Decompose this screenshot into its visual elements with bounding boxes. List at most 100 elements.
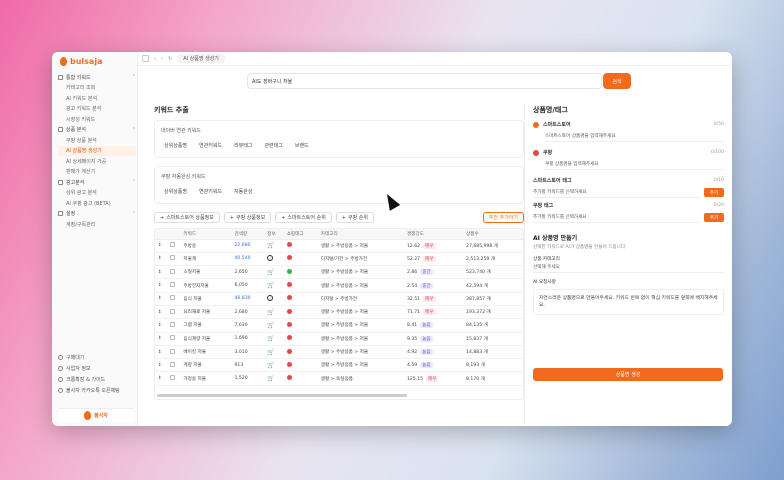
brand-logo[interactable]: bulsaja [60,57,102,66]
toolbar-button[interactable]: + 스마트스토어 순위 [275,212,332,223]
checkbox-cell[interactable] [166,318,181,333]
info-cell[interactable]: i [264,252,284,267]
checkbox-cell[interactable] [166,292,181,306]
table-row[interactable]: ↕ 그램 저울 7,630 🛒 생활 > 주방용품 > 저울 8.41 높음 84,135 개 [155,318,523,333]
add-smartstore-tag-button[interactable]: 추가 [704,188,724,197]
sidebar-bottom-item[interactable]: 구매대기 [58,352,134,363]
cart-icon[interactable]: 🛒 [267,322,274,329]
drag-icon[interactable]: ↕ [158,323,162,328]
back-icon[interactable]: ‹ [154,56,156,62]
sidebar-item[interactable]: 계정/구독관리 [58,219,136,230]
column-header[interactable] [166,229,181,240]
sidebar-item[interactable]: 상위 광고 분석 [58,188,136,199]
chevron-up-icon[interactable]: ⌃ [132,179,136,185]
add-coupang-tag-button[interactable]: 추가 [704,213,724,222]
cart-icon[interactable]: 🛒 [267,375,274,382]
column-header[interactable]: 상품수 [463,229,523,240]
keyword-cell[interactable]: 가정용 저울 [180,371,232,386]
table-row[interactable]: ↕ 주방용 22,680 🛒 생활 > 주방용품 > 저울 12.62 매우 27,685,9… [155,239,523,253]
search-button[interactable]: 검색 [603,73,631,89]
cart-icon[interactable]: 🛒 [267,349,274,356]
row-handle-cell[interactable]: ↕ [155,345,167,360]
toolbar-button[interactable]: + 스마트스토어 상품정보 [154,212,220,223]
checkbox-cell[interactable] [166,265,181,280]
checkbox-cell[interactable] [166,345,181,360]
column-header[interactable]: 정보 [264,229,284,240]
checkbox-cell[interactable] [166,358,181,373]
info-cell[interactable]: 🛒 [264,345,284,360]
sidebar-bottom-item[interactable]: 불사자 카카오톡 오픈채팅 [58,385,134,396]
smartstore-name-input[interactable]: 스마트스토어 상품명을 입력해주세요 [545,131,724,142]
checkbox-cell[interactable] [166,278,181,293]
chevron-up-icon[interactable]: ⌃ [132,127,136,133]
table-row[interactable]: ↕ 계량 저울 913 🛒 생활 > 주방용품 > 저울 4.59 높음 8,193 개 [155,358,523,373]
row-checkbox[interactable] [169,255,175,261]
category-select[interactable]: 선택해 주세요 [533,262,724,273]
coupang-name-input[interactable]: 쿠팡 상품명을 입력해주세요 [545,159,724,170]
forward-icon[interactable]: › [161,56,163,62]
row-handle-cell[interactable]: ↕ [155,332,167,346]
checkbox-cell[interactable] [166,305,181,320]
column-header[interactable]: 쇼핑태그 [283,229,318,240]
sidebar-item[interactable]: AI 쿠팡 광고 (BETA) [58,198,136,209]
row-checkbox[interactable] [169,361,175,367]
chevron-up-icon[interactable]: ⌃ [132,211,136,217]
info-cell[interactable]: 🛒 [264,239,284,253]
checkbox-cell[interactable] [166,371,181,386]
keyword-cell[interactable]: 음식계량 저울 [180,332,232,346]
keyword-source-chip[interactable]: 브랜드 [292,140,312,151]
keyword-cell[interactable]: 소형저울 [180,265,232,280]
generate-button[interactable]: 상품명 생성 [533,368,723,381]
horizontal-scrollbar[interactable] [157,394,407,397]
info-cell[interactable]: 🛒 [264,332,284,346]
keyword-source-chip[interactable]: 상위상품명 [161,186,190,197]
info-cell[interactable]: 🛒 [264,265,284,280]
keyword-source-chip[interactable]: 관련태그 [261,140,285,151]
row-checkbox[interactable] [169,282,175,288]
keyword-cell[interactable]: 저울계 [180,252,232,267]
row-handle-cell[interactable]: ↕ [155,252,167,267]
row-checkbox[interactable] [169,242,175,248]
row-checkbox[interactable] [169,335,175,341]
cart-icon[interactable]: 🛒 [267,282,274,289]
keyword-cell[interactable]: 요리재료 저울 [180,305,232,320]
info-cell[interactable]: i [264,292,284,306]
keyword-cell[interactable]: 주방전자저울 [180,278,232,293]
row-handle-cell[interactable]: ↕ [155,239,167,253]
sidebar-bottom-item[interactable]: 사업자 정보 [58,363,134,374]
checkbox-cell[interactable] [166,252,181,267]
row-checkbox[interactable] [169,375,175,381]
sidebar-item[interactable]: 광고 키워드 분석 [58,104,136,115]
toolbar-button[interactable]: + 쿠팡 상품정보 [223,212,272,223]
row-checkbox[interactable] [169,268,175,274]
table-row[interactable]: ↕ 음식계량 저울 1,690 🛒 생활 > 주방용품 > 저울 9.35 높음 15,837… [155,332,523,346]
drag-icon[interactable]: ↕ [158,376,162,381]
keyword-cell[interactable]: 베이킹 저울 [180,345,232,360]
drag-icon[interactable]: ↕ [158,363,162,368]
drag-icon[interactable]: ↕ [158,310,162,315]
coupang-tags-input[interactable]: 추가할 키워드를 선택하세요 [533,212,700,223]
smartstore-tags-input[interactable]: 추가할 키워드를 선택하세요 [533,187,700,198]
search-input[interactable]: AI도 장바구니 저울 [247,73,602,89]
info-cell[interactable]: 🛒 [264,278,284,293]
row-checkbox[interactable] [169,295,175,301]
keyword-source-chip[interactable]: 리뷰태그 [231,140,255,151]
table-row[interactable]: ↕ 음식 저울 46,830 i 디지털 > 주방가전 32.51 매우 387,857 개 [155,292,523,306]
prompt-textarea[interactable]: 자연스러운 상품명으로 만들어주세요. 키워드 반복 없이 핵심 키워드를 앞쪽… [533,289,724,315]
sidebar-item[interactable]: 시장성 키워드 [58,114,136,125]
keyword-source-chip[interactable]: 자동완성 [231,186,255,197]
sidebar-item[interactable]: 판매가 계산기 [58,167,136,178]
cart-icon[interactable]: 🛒 [267,309,274,316]
toolbar-button[interactable]: + 쿠팡 순위 [335,212,374,223]
keyword-cell[interactable]: 그램 저울 [180,318,232,333]
drag-icon[interactable]: ↕ [158,256,162,261]
info-icon[interactable]: i [267,255,274,262]
reload-icon[interactable]: ↻ [168,56,172,62]
column-header[interactable]: 카테고리 [317,229,404,240]
info-cell[interactable]: 🛒 [264,318,284,333]
checkbox-cell[interactable] [166,332,181,346]
table-row[interactable]: ↕ 요리재료 저울 2,680 🛒 생활 > 주방용품 > 저울 71.71 매우 193,3… [155,305,523,320]
panel-toggle-icon[interactable] [142,55,149,62]
drag-icon[interactable]: ↕ [158,336,162,341]
keyword-source-chip[interactable]: 연관키워드 [196,186,225,197]
